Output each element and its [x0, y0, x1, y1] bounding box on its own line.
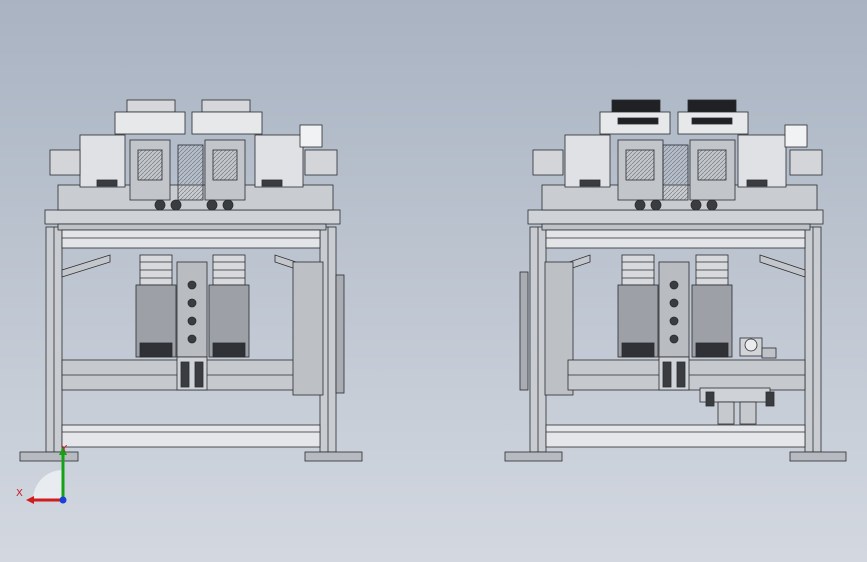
triad-z-origin [59, 496, 67, 504]
left-upper-crossbar [61, 229, 321, 249]
triad-y-label: Y [60, 444, 68, 455]
right-bottom-rail [545, 424, 806, 448]
right-valve-manifold [658, 261, 690, 391]
right-motor-2 [691, 254, 733, 358]
left-valve-manifold [176, 261, 208, 391]
left-machine-view[interactable] [19, 99, 363, 462]
left-side-housing [292, 261, 324, 396]
right-upper-crossbar [545, 229, 806, 249]
triad-plane-wedge [33, 470, 63, 500]
left-foot-right [304, 451, 363, 462]
triad-x-label: X [16, 488, 23, 499]
right-foot-right [789, 451, 847, 462]
right-machine-view[interactable] [504, 99, 847, 462]
cad-viewport[interactable]: X Y [0, 0, 867, 562]
left-motor-1 [135, 254, 177, 358]
left-foot-left [19, 451, 79, 462]
left-motor-2 [208, 254, 250, 358]
right-foot-left [504, 451, 563, 462]
triad-x-arrowhead [26, 496, 34, 504]
left-bottom-rail [61, 424, 321, 448]
right-base-plate [527, 209, 824, 225]
left-base-plate [44, 209, 341, 225]
right-motor-1 [617, 254, 659, 358]
